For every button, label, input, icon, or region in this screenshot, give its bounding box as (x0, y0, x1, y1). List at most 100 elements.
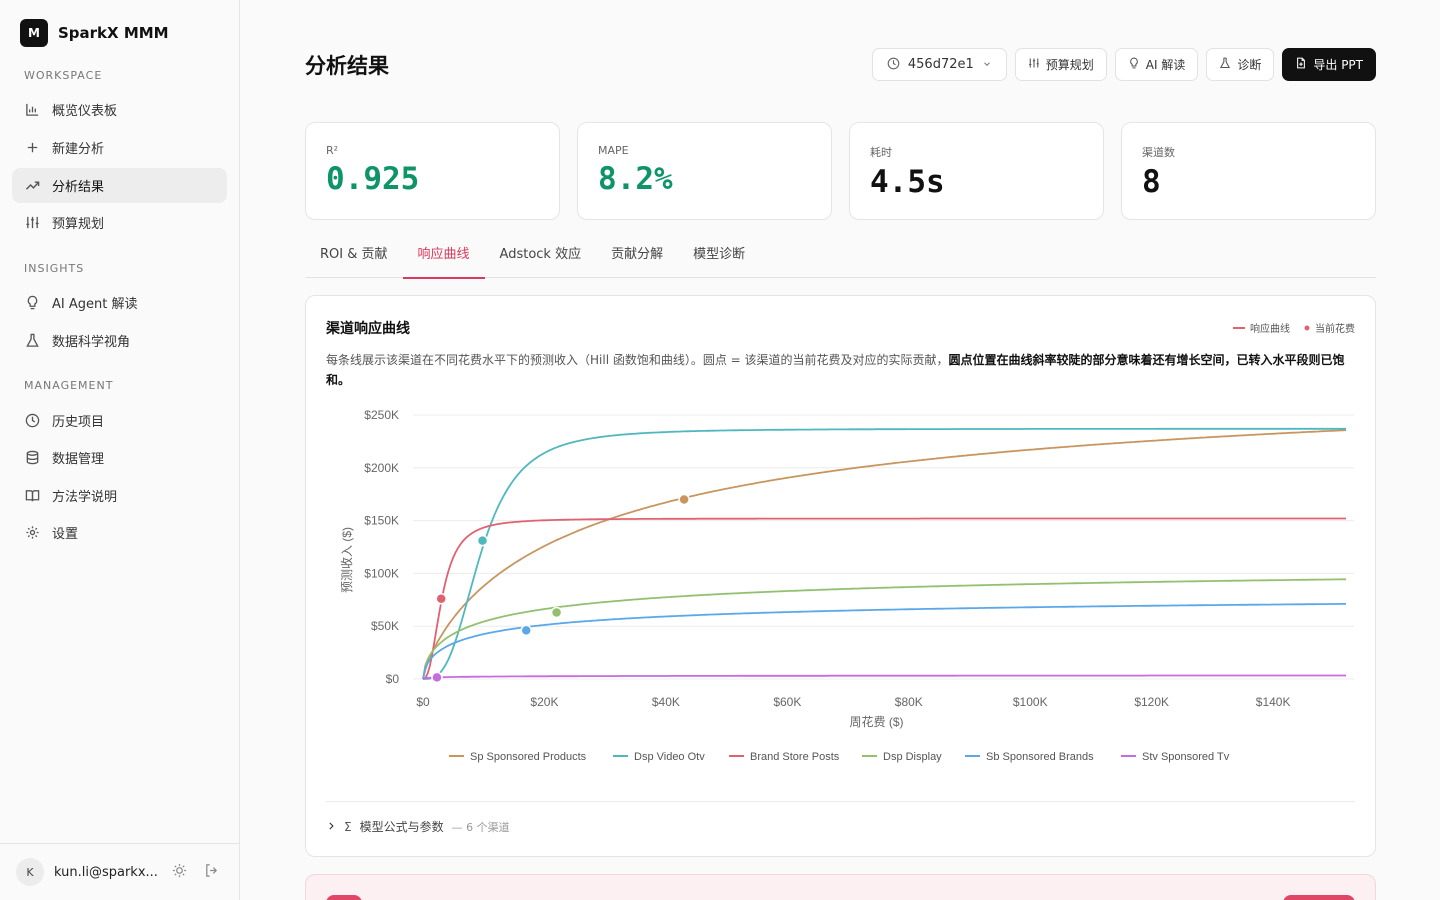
lightbulb-icon (24, 295, 40, 311)
y-tick-label: $0 (386, 672, 400, 686)
kpi-label: 耗时 (870, 146, 892, 159)
x-tick-label: $20K (530, 695, 558, 709)
tab-adstock[interactable]: Adstock 效应 (485, 238, 597, 278)
sun-icon (172, 863, 187, 882)
flask-icon (1219, 57, 1231, 72)
export-ppt-label: 导出 PPT (1313, 58, 1363, 72)
sliders-icon (1028, 57, 1040, 72)
brand-name: SparkX MMM (58, 24, 169, 42)
sidebar-item-ai-agent[interactable]: AI Agent 解读 (12, 285, 227, 320)
run-selector[interactable]: 456d72e1 (871, 48, 1007, 81)
formula-meta: — 6 个渠道 (451, 820, 510, 834)
sidebar-item-label: 历史项目 (52, 415, 105, 430)
sidebar-item-budget[interactable]: 预算规划 (12, 205, 227, 240)
section-management: MANAGEMENT (24, 379, 114, 392)
mini-legend: 响应曲线 当前花费 (1233, 320, 1355, 335)
x-tick-label: $120K (1134, 695, 1169, 709)
x-tick-label: $60K (773, 695, 801, 709)
y-axis-label: 预测收入 ($) (340, 527, 354, 593)
formula-label: 模型公式与参数 (359, 820, 444, 834)
alert-action-button[interactable] (1283, 895, 1355, 900)
clock-icon (24, 413, 40, 429)
desc-plain: 每条线展示该渠道在不同花费水平下的预测收入（Hill 函数饱和曲线）。圆点 = … (326, 353, 949, 367)
tab-diagnostics[interactable]: 模型诊断 (678, 238, 760, 278)
user-email[interactable]: kun.li@sparkx... (54, 865, 158, 880)
sidebar-item-data[interactable]: 数据管理 (12, 440, 227, 475)
current-spend-point (476, 534, 489, 547)
x-axis-label: 周花费 ($) (849, 714, 903, 729)
y-tick-label: $100K (364, 566, 399, 580)
avatar[interactable]: K (16, 858, 44, 886)
kpi-label: R² (326, 144, 339, 157)
export-ppt-button[interactable]: 导出 PPT (1282, 48, 1376, 81)
lightbulb-icon (1128, 57, 1140, 72)
sidebar-item-label: 数据科学视角 (52, 335, 131, 350)
sidebar-item-label: 概览仪表板 (52, 104, 118, 119)
budget-plan-button[interactable]: 预算规划 (1014, 48, 1107, 81)
chevron-right-icon (326, 820, 336, 834)
kpi-value: 0.925 (326, 161, 420, 197)
tab-response-curve[interactable]: 响应曲线 (402, 238, 485, 279)
response-curve-card: 渠道响应曲线 响应曲线 当前花费 每条线展示该渠道在不同花费水平下的预测收入（H… (305, 295, 1376, 857)
sidebar-item-label: 预算规划 (52, 217, 105, 232)
sliders-icon (24, 215, 40, 231)
result-tabs: ROI & 贡献 响应曲线 Adstock 效应 贡献分解 模型诊断 (305, 238, 1376, 279)
card-description: 每条线展示该渠道在不同花费水平下的预测收入（Hill 函数饱和曲线）。圆点 = … (326, 350, 1356, 390)
current-spend-point (550, 606, 563, 619)
kpi-card-channels: 渠道数 8 (1121, 122, 1376, 220)
toolbar: 456d72e1 预算规划 AI 解读 诊断 导出 PPT (871, 48, 1376, 81)
sidebar-item-dashboard[interactable]: 概览仪表板 (12, 92, 227, 127)
tab-roi[interactable]: ROI & 贡献 (305, 238, 403, 278)
file-export-icon (1295, 57, 1307, 72)
legend-label: Sb Sponsored Brands (986, 751, 1094, 763)
y-tick-label: $200K (364, 461, 399, 475)
series-line (423, 427, 1346, 680)
theme-toggle-button[interactable] (168, 861, 190, 883)
run-id: 456d72e1 (907, 57, 974, 72)
legend-label: Brand Store Posts (750, 751, 840, 763)
kpi-card-duration: 耗时 4.5s (849, 122, 1104, 220)
chevron-down-icon (982, 58, 992, 72)
kpi-label: 渠道数 (1142, 146, 1175, 159)
sidebar-item-settings[interactable]: 设置 (12, 515, 227, 550)
sidebar-item-methodology[interactable]: 方法学说明 (12, 478, 227, 513)
section-workspace: WORKSPACE (24, 69, 103, 82)
clock-icon (887, 57, 900, 73)
page-title: 分析结果 (305, 54, 389, 78)
sigma-icon: Σ (344, 819, 352, 834)
legend-label: Dsp Video Otv (634, 751, 705, 763)
ai-interpret-label: AI 解读 (1145, 58, 1186, 72)
flask-icon (24, 333, 40, 349)
legend-label: Sp Sponsored Products (470, 751, 587, 763)
legend-curve-label: 响应曲线 (1250, 324, 1290, 335)
y-tick-label: $250K (364, 408, 399, 422)
diagnose-label: 诊断 (1237, 58, 1262, 72)
diagnose-button[interactable]: 诊断 (1206, 48, 1275, 81)
plus-icon (24, 140, 40, 156)
series-line (422, 517, 1346, 680)
legend-point-label: 当前花费 (1315, 324, 1355, 335)
trend-up-icon (24, 178, 40, 194)
sidebar-item-label: 分析结果 (52, 180, 105, 195)
logout-button[interactable] (200, 861, 222, 883)
card-title: 渠道响应曲线 (326, 321, 410, 337)
formula-toggle[interactable]: Σ 模型公式与参数 — 6 个渠道 (326, 801, 1355, 835)
logout-icon (204, 863, 219, 882)
user-footer: K kun.li@sparkx... (0, 843, 240, 900)
sidebar-item-data-science[interactable]: 数据科学视角 (12, 323, 227, 358)
bar-chart-icon (24, 102, 40, 118)
ai-interpret-button[interactable]: AI 解读 (1114, 48, 1199, 81)
budget-plan-label: 预算规划 (1045, 58, 1094, 72)
sidebar-item-new-analysis[interactable]: 新建分析 (12, 130, 227, 165)
section-insights: INSIGHTS (24, 262, 85, 275)
sidebar-item-results[interactable]: 分析结果 (12, 168, 227, 203)
response-curve-chart: $0 $50K $100K $150K $200K $250K $0 $20K $40K $60K… (340, 408, 1354, 763)
sidebar-item-label: 数据管理 (52, 452, 105, 467)
sidebar-item-history[interactable]: 历史项目 (12, 403, 227, 438)
kpi-value: 4.5s (870, 164, 945, 200)
legend-label: Dsp Display (883, 751, 942, 763)
brand[interactable]: M SparkX MMM (20, 19, 169, 47)
sidebar-item-label: 新建分析 (52, 142, 105, 157)
database-icon (24, 450, 40, 466)
tab-contribution[interactable]: 贡献分解 (596, 238, 678, 278)
